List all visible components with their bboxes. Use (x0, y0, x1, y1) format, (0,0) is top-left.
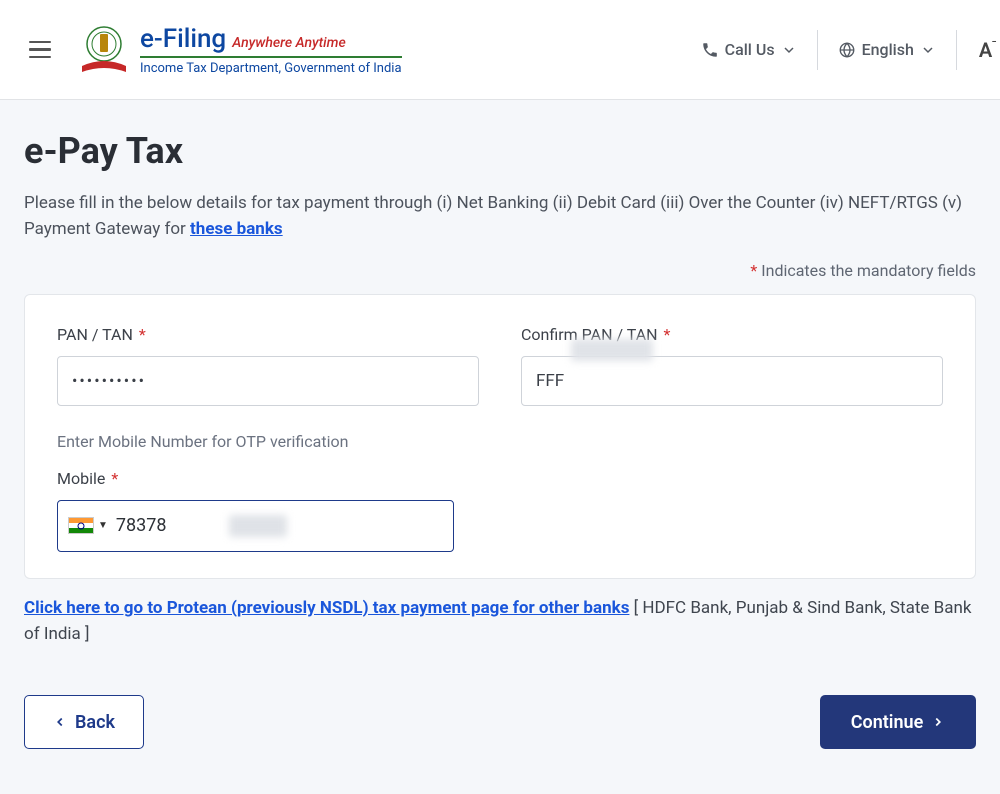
pan-tan-input[interactable] (57, 356, 479, 406)
pan-tan-label: PAN / TAN* (57, 325, 479, 344)
mobile-label: Mobile* (57, 469, 943, 488)
mandatory-note: * Indicates the mandatory fields (24, 261, 976, 280)
chevron-down-icon (781, 42, 797, 58)
language-dropdown[interactable]: English (817, 30, 956, 70)
brand-logo-block[interactable]: e-Filing Anywhere Anytime Income Tax Dep… (76, 22, 402, 78)
mobile-field[interactable]: ▼ (57, 500, 454, 552)
country-caret-icon[interactable]: ▼ (98, 520, 108, 531)
brand-text: e-Filing Anywhere Anytime Income Tax Dep… (140, 24, 402, 76)
page-title: e-Pay Tax (24, 130, 976, 172)
hamburger-menu-icon[interactable] (24, 34, 56, 66)
page-subtitle: Please fill in the below details for tax… (24, 190, 976, 243)
mandatory-note-text: Indicates the mandatory fields (761, 261, 976, 280)
chevron-left-icon (53, 715, 67, 729)
chevron-right-icon (931, 715, 945, 729)
globe-icon (838, 41, 856, 59)
call-us-label: Call Us (725, 40, 775, 59)
india-flag-icon (68, 517, 94, 534)
these-banks-link[interactable]: these banks (190, 219, 283, 239)
language-label: English (862, 40, 914, 59)
required-star: * (750, 261, 757, 280)
brand-tagline: Anywhere Anytime (232, 35, 346, 51)
back-button[interactable]: Back (24, 695, 144, 749)
brand-subtitle: Income Tax Department, Government of Ind… (140, 56, 402, 76)
back-label: Back (75, 712, 115, 733)
continue-button[interactable]: Continue (820, 695, 976, 749)
partial-text-clipped: A⁻ (956, 30, 1000, 70)
form-card: PAN / TAN* Confirm PAN / TAN* Enter Mobi… (24, 294, 976, 579)
confirm-pan-tan-label: Confirm PAN / TAN* (521, 325, 943, 344)
subtitle-text: Please fill in the below details for tax… (24, 193, 962, 239)
other-banks-note: Click here to go to Protean (previously … (24, 595, 976, 648)
emblem-icon (76, 22, 132, 78)
brand-name: e-Filing (140, 24, 226, 54)
action-bar: Back Continue (24, 695, 976, 749)
app-header: e-Filing Anywhere Anytime Income Tax Dep… (0, 0, 1000, 100)
chevron-down-icon (920, 42, 936, 58)
otp-hint: Enter Mobile Number for OTP verification (57, 432, 943, 451)
continue-label: Continue (851, 712, 924, 733)
phone-icon (701, 41, 719, 59)
confirm-pan-tan-input[interactable] (521, 356, 943, 406)
mobile-input[interactable] (116, 515, 443, 536)
call-us-dropdown[interactable]: Call Us (681, 30, 817, 70)
protean-link[interactable]: Click here to go to Protean (previously … (24, 598, 629, 618)
